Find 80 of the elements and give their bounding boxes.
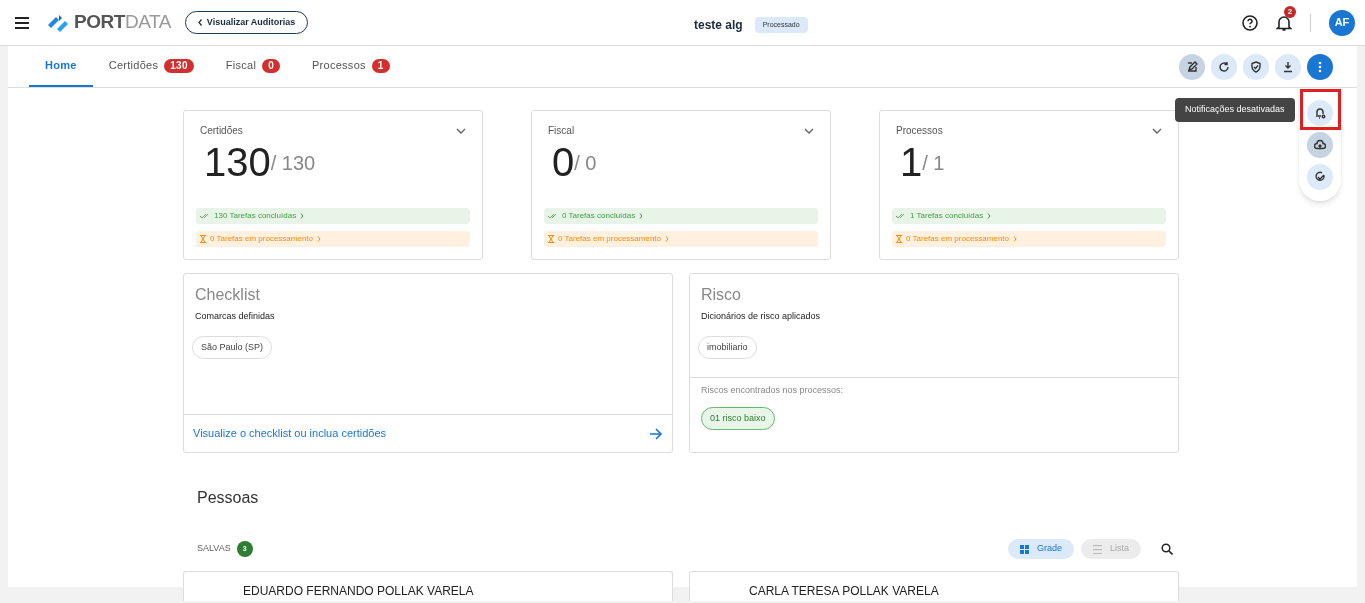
tab[interactable]: Processos 1 xyxy=(295,46,406,87)
hourglass-icon xyxy=(548,235,554,243)
search-icon[interactable] xyxy=(1161,543,1173,555)
notification-settings-button[interactable] xyxy=(1307,100,1333,126)
chevron-right-icon xyxy=(987,213,992,219)
more-button[interactable] xyxy=(1307,53,1333,80)
download-button[interactable] xyxy=(1275,53,1301,80)
chevron-right-icon xyxy=(1013,236,1017,242)
hourglass-icon xyxy=(200,235,206,243)
card-value: 130 xyxy=(204,142,271,182)
edit-icon xyxy=(1186,60,1198,73)
double-check-icon xyxy=(200,213,210,219)
card-total: / 130 xyxy=(270,152,316,174)
chevron-down-icon[interactable] xyxy=(1152,127,1162,134)
processing-link[interactable]: 0 Tarefas em processamento xyxy=(196,231,470,247)
card-value: 1 xyxy=(900,142,923,182)
shield-icon xyxy=(1250,60,1262,73)
chevron-right-icon xyxy=(639,213,644,219)
bell-icon[interactable] xyxy=(1276,13,1292,32)
checklist-link[interactable]: Visualize o checklist ou inclua certidões xyxy=(193,425,386,442)
chevron-down-icon[interactable] xyxy=(804,127,814,134)
chevron-down-icon[interactable] xyxy=(456,127,466,134)
processing-link[interactable]: 0 Tarefas em processamento xyxy=(892,231,1166,247)
tooltip: Notificações desativadas xyxy=(1175,98,1295,122)
chip: 01 risco baixo xyxy=(701,406,775,430)
notification-badge: 2 xyxy=(1284,5,1296,18)
count-badge: 1 xyxy=(371,58,390,73)
chevron-left-icon xyxy=(197,19,202,26)
card-title: Risco xyxy=(701,285,742,305)
done-link[interactable]: 1 Tarefas concluídas xyxy=(892,208,1166,224)
highlight-frame xyxy=(1300,89,1341,130)
shield-button[interactable] xyxy=(1243,53,1269,80)
chevron-right-icon xyxy=(317,236,321,242)
view-toggle[interactable]: Grade xyxy=(1007,539,1074,559)
card-title: Processos xyxy=(896,124,943,138)
card-value: 0 xyxy=(552,142,575,182)
menu-icon[interactable] xyxy=(15,16,29,29)
chevron-right-icon xyxy=(665,236,669,242)
done-link[interactable]: 130 Tarefas concluídas xyxy=(196,208,470,224)
download-icon xyxy=(1282,60,1294,73)
hourglass-icon xyxy=(896,235,902,243)
logo-text: PORTDATA xyxy=(74,10,171,35)
card-title: Checklist xyxy=(195,285,261,305)
grid-icon xyxy=(1019,544,1029,554)
view-toggle[interactable]: Lista xyxy=(1081,539,1141,559)
section-title: Pessoas xyxy=(197,488,260,508)
cloud-upload-button[interactable] xyxy=(1307,132,1333,158)
person-name: CARLA TERESA POLLAK VARELA xyxy=(749,585,940,598)
card-title: Fiscal xyxy=(548,124,575,138)
tab[interactable]: Fiscal 0 xyxy=(209,46,296,87)
logo-icon xyxy=(46,12,70,33)
card-subtitle: Comarcas definidas xyxy=(195,310,276,323)
avatar[interactable]: AF xyxy=(1329,9,1355,36)
person-name: EDUARDO FERNANDO POLLAK VARELA xyxy=(243,585,475,598)
refresh-button[interactable] xyxy=(1211,53,1237,80)
risk-found-label: Riscos encontrados nos processos: xyxy=(701,384,845,397)
notification-settings-icon xyxy=(1314,107,1326,119)
card-subtitle: Dicionários de risco aplicados xyxy=(701,310,822,323)
double-check-icon xyxy=(896,213,906,219)
done-link[interactable]: 0 Tarefas concluídas xyxy=(544,208,818,224)
page-title: teste alg xyxy=(694,17,743,34)
check-icon xyxy=(1314,171,1326,183)
refresh-icon xyxy=(1218,60,1230,73)
tab[interactable]: Home xyxy=(29,46,93,87)
tab[interactable]: Certidões 130 xyxy=(92,46,210,87)
double-check-icon xyxy=(548,213,558,219)
edit-button[interactable] xyxy=(1179,53,1205,80)
count-badge: 0 xyxy=(262,58,280,73)
arrow-right-icon[interactable] xyxy=(650,427,663,440)
count-badge: 130 xyxy=(164,58,194,73)
chevron-right-icon xyxy=(300,213,305,219)
card-title: Certidões xyxy=(200,124,243,138)
check-button[interactable] xyxy=(1307,164,1333,190)
cloud-upload-icon xyxy=(1314,139,1326,151)
saved-label: SALVAS xyxy=(197,542,231,556)
card-total: / 0 xyxy=(574,152,597,174)
list-icon xyxy=(1093,544,1102,554)
card-total: / 1 xyxy=(922,152,945,174)
help-icon[interactable] xyxy=(1242,14,1258,31)
processing-link[interactable]: 0 Tarefas em processamento xyxy=(544,231,818,247)
